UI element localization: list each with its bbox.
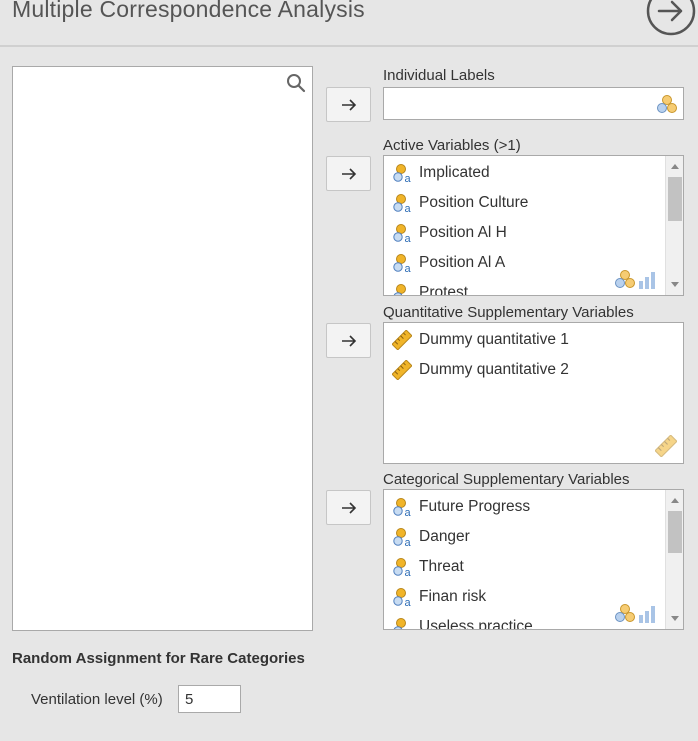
arrow-right-icon	[341, 98, 356, 111]
nominal-variable-icon: a	[393, 558, 412, 577]
move-to-individual-labels-button[interactable]	[326, 87, 371, 122]
list-item[interactable]: a Threat	[392, 556, 464, 578]
move-to-quantitative-supplementary-button[interactable]	[326, 323, 371, 358]
page-title: Multiple Correspondence Analysis	[12, 0, 365, 22]
svg-text:a: a	[405, 537, 412, 547]
list-item[interactable]: Dummy quantitative 1	[392, 329, 569, 351]
quantitative-supplementary-box[interactable]: Dummy quantitative 1 Dummy quantitative …	[383, 322, 684, 464]
svg-text:a: a	[405, 263, 412, 273]
svg-text:a: a	[405, 507, 412, 517]
active-variables-label: Active Variables (>1)	[383, 137, 521, 154]
search-icon[interactable]	[286, 73, 306, 93]
scroll-up-icon[interactable]	[671, 498, 679, 503]
list-item[interactable]: a Protest	[392, 282, 468, 296]
ventilation-level-input[interactable]	[178, 685, 241, 713]
nominal-variable-icon: a	[393, 284, 412, 296]
list-item[interactable]: a Future Progress	[392, 496, 530, 518]
list-item[interactable]: a Position Al A	[392, 252, 505, 274]
scroll-down-icon[interactable]	[671, 282, 679, 287]
move-to-active-variables-button[interactable]	[326, 156, 371, 191]
scroll-thumb[interactable]	[668, 511, 682, 553]
back-button[interactable]	[646, 0, 696, 36]
scroll-down-icon[interactable]	[671, 616, 679, 621]
nominal-variable-icon: a	[393, 194, 412, 213]
scroll-up-icon[interactable]	[671, 164, 679, 169]
list-item[interactable]: a Implicated	[392, 162, 490, 184]
ruler-icon	[392, 330, 412, 350]
arrow-right-icon	[341, 167, 356, 180]
scale-type-icon	[655, 435, 677, 457]
nominal-variable-icon: a	[393, 618, 412, 630]
active-variables-box[interactable]: a Implicated a Position Culture a Positi…	[383, 155, 684, 296]
arrow-right-icon	[341, 501, 356, 514]
ruler-icon	[392, 360, 412, 380]
scrollbar[interactable]	[665, 156, 683, 295]
arrow-right-circle-icon	[646, 0, 696, 36]
individual-labels-label: Individual Labels	[383, 67, 495, 84]
nominal-type-icon	[656, 94, 678, 114]
source-variable-list[interactable]	[12, 66, 313, 631]
rare-categories-heading: Random Assignment for Rare Categories	[12, 650, 305, 667]
svg-text:a: a	[405, 203, 412, 213]
nominal-variable-icon: a	[393, 224, 412, 243]
individual-labels-box[interactable]	[383, 87, 684, 120]
ventilation-level-label: Ventilation level (%)	[31, 691, 163, 708]
svg-text:a: a	[405, 233, 412, 243]
nominal-variable-icon: a	[393, 254, 412, 273]
nominal-variable-icon: a	[393, 528, 412, 547]
svg-text:a: a	[405, 567, 412, 577]
categorical-supplementary-box[interactable]: a Future Progress a Danger a Threat a Fi…	[383, 489, 684, 630]
header-divider	[0, 45, 698, 47]
nominal-variable-icon: a	[393, 498, 412, 517]
allowed-types-icon	[614, 269, 656, 289]
list-item[interactable]: a Finan risk	[392, 586, 486, 608]
svg-text:a: a	[405, 597, 412, 607]
list-item[interactable]: a Useless practice	[392, 616, 533, 630]
quantitative-supplementary-label: Quantitative Supplementary Variables	[383, 304, 634, 321]
allowed-types-icon	[614, 603, 656, 623]
svg-text:a: a	[405, 627, 412, 630]
scroll-thumb[interactable]	[668, 177, 682, 221]
svg-text:a: a	[405, 293, 412, 296]
scrollbar[interactable]	[665, 490, 683, 629]
list-item[interactable]: a Danger	[392, 526, 470, 548]
nominal-variable-icon: a	[393, 588, 412, 607]
categorical-supplementary-label: Categorical Supplementary Variables	[383, 471, 630, 488]
svg-text:a: a	[405, 173, 412, 183]
nominal-variable-icon: a	[393, 164, 412, 183]
arrow-right-icon	[341, 334, 356, 347]
list-item[interactable]: a Position Al H	[392, 222, 507, 244]
list-item[interactable]: a Position Culture	[392, 192, 528, 214]
move-to-categorical-supplementary-button[interactable]	[326, 490, 371, 525]
list-item[interactable]: Dummy quantitative 2	[392, 359, 569, 381]
